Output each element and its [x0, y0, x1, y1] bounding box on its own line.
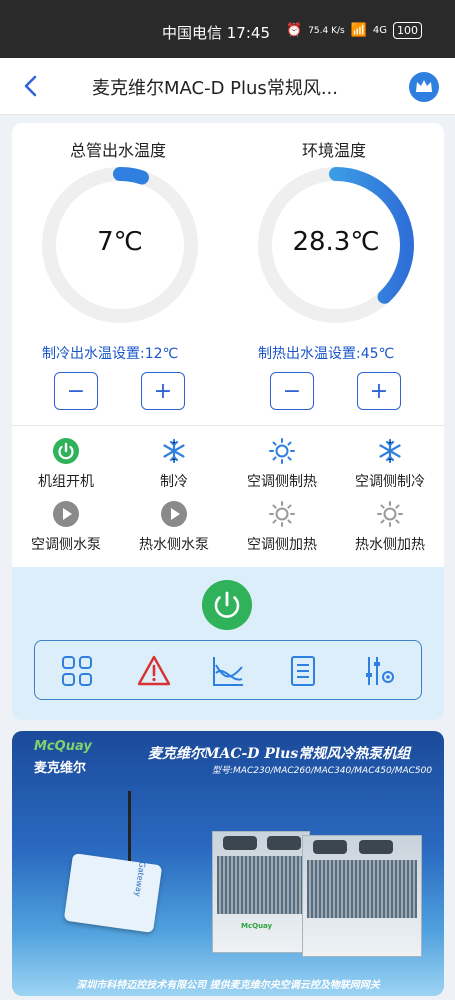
status-bar: 中国电信 17:45 ⏰ 75.4 K/s 📶 4G 100 [0, 0, 455, 58]
sun-icon [269, 501, 295, 527]
sun-icon [269, 438, 295, 464]
antenna-image [128, 791, 131, 871]
status-cooling: 制冷 [120, 437, 228, 491]
gauge-label-water-outlet: 总管出水温度 [70, 141, 167, 160]
battery-icon: 100 [393, 22, 423, 39]
product-banner[interactable]: McQuay 麦克维尔 麦克维尔MAC-D Plus常规风冷热泵机组 型号:MA… [12, 731, 444, 996]
fan-icon [267, 836, 301, 850]
banner-headline: 麦克维尔MAC-D Plus常规风冷热泵机组 [148, 746, 411, 762]
sun-icon [377, 501, 403, 527]
unit-grill [307, 860, 417, 918]
heat-pump-unit-image: McQuay [212, 831, 310, 953]
crown-icon[interactable] [409, 72, 439, 102]
gateway-label: Gateway [132, 860, 147, 898]
heating-setpoint-label: 制热出水温设置:45℃ [258, 346, 395, 362]
gauge-value-water-outlet: 7℃ [97, 227, 143, 257]
navbar: 麦克维尔MAC-D Plus常规风... [0, 58, 455, 115]
snowflake-icon [379, 438, 401, 464]
fan-icon [223, 836, 257, 850]
list-icon[interactable] [285, 653, 321, 689]
brand-logo-cn: 麦克维尔 [34, 761, 87, 776]
status-hot-water-pump: 热水侧水泵 [120, 500, 228, 554]
status-label: 热水侧水泵 [139, 537, 209, 553]
carrier-time: 中国电信 17:45 [162, 24, 270, 42]
unit-brand-label: McQuay [241, 922, 273, 930]
status-icons: ⏰ 75.4 K/s 📶 4G 100 [286, 22, 423, 39]
status-label: 热水侧加热 [355, 537, 425, 553]
alarm-clock-icon: ⏰ [286, 23, 303, 38]
status-label: 制冷 [160, 474, 188, 490]
gauge-value-ambient: 28.3℃ [292, 227, 380, 257]
main-card: 总管出水温度 环境温度 7℃ 28.3℃ 制冷出水温设置:12℃ 制热出水温设置… [12, 123, 444, 720]
banner-footer: 深圳市科特迈控技术有限公司 提供麦克维尔央空调云控及物联网网关 [76, 980, 380, 991]
cooling-setpoint-label: 制冷出水温设置:12℃ [42, 346, 179, 362]
status-label: 空调侧制冷 [355, 474, 425, 490]
cooling-decrease-button[interactable]: − [54, 372, 98, 410]
control-panel [12, 567, 444, 720]
status-hot-water-heater: 热水侧加热 [336, 500, 444, 554]
status-ac-cooling: 空调侧制冷 [336, 437, 444, 491]
heating-increase-button[interactable]: + [357, 372, 401, 410]
banner-models: 型号:MAC230/MAC260/MAC340/MAC450/MAC500 [212, 766, 433, 776]
settings-sliders-icon[interactable] [361, 653, 397, 689]
status-ac-pump: 空调侧水泵 [12, 500, 120, 554]
chart-icon[interactable] [210, 653, 246, 689]
heat-pump-unit-image [302, 835, 422, 957]
alarm-icon[interactable] [136, 653, 172, 689]
status-label: 机组开机 [38, 474, 94, 490]
fan-icon [313, 840, 347, 854]
toolbar [34, 640, 422, 700]
status-ac-heating: 空调侧制热 [228, 437, 336, 491]
gateway-device-image: Gateway [63, 853, 163, 933]
fan-icon [359, 840, 393, 854]
status-unit-on: 机组开机 [12, 437, 120, 491]
wifi-icon: 📶 [350, 23, 367, 38]
gauge-label-ambient: 环境温度 [302, 141, 367, 160]
back-arrow-icon[interactable] [20, 74, 44, 98]
play-icon [161, 501, 187, 527]
unit-grill [217, 856, 305, 914]
divider [12, 425, 444, 426]
status-label: 空调侧水泵 [31, 537, 101, 553]
heating-decrease-button[interactable]: − [270, 372, 314, 410]
status-ac-heater: 空调侧加热 [228, 500, 336, 554]
play-icon [53, 501, 79, 527]
grid-icon[interactable] [59, 653, 95, 689]
net-speed: 75.4 K/s [308, 25, 345, 36]
status-label: 空调侧加热 [247, 537, 317, 553]
cooling-increase-button[interactable]: + [141, 372, 185, 410]
network-type: 4G [372, 25, 388, 36]
snowflake-icon [163, 438, 185, 464]
brand-logo-en: McQuay [34, 739, 92, 754]
status-label: 空调侧制热 [247, 474, 317, 490]
page-title: 麦克维尔MAC-D Plus常规风... [92, 78, 338, 99]
power-button[interactable] [202, 580, 252, 630]
power-on-icon [53, 438, 79, 464]
